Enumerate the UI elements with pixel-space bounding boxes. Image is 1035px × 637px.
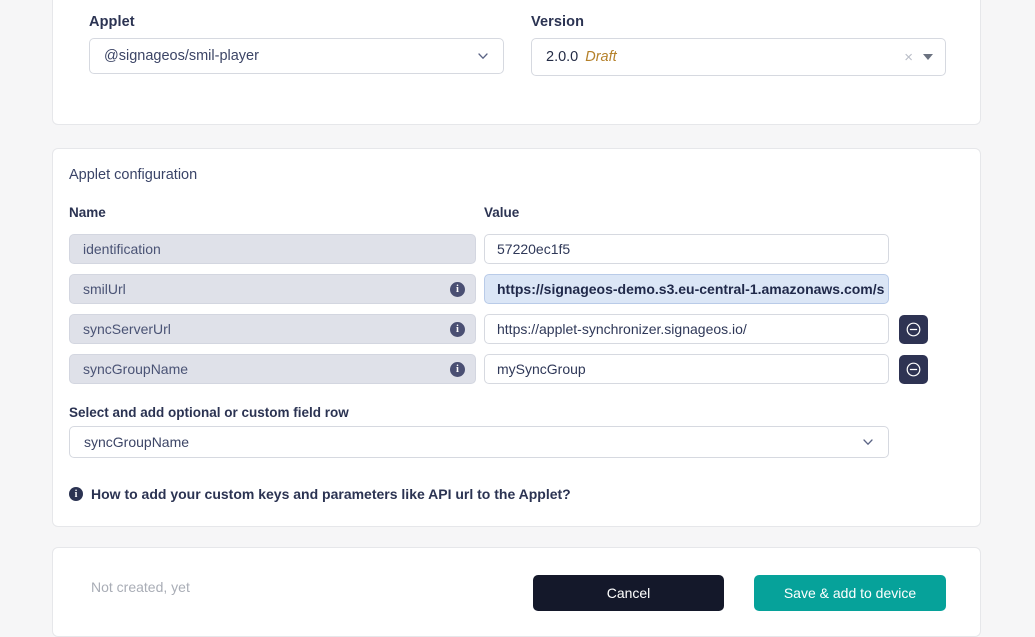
help-link-label: How to add your custom keys and paramete… <box>91 486 571 502</box>
applet-configuration-page: Applet @signageos/smil-player Version 2.… <box>0 0 1035 624</box>
clear-icon[interactable]: × <box>904 50 913 65</box>
applet-field-group: Applet @signageos/smil-player <box>89 14 504 74</box>
config-name-label: smilUrl <box>83 281 450 297</box>
version-select[interactable]: 2.0.0 Draft × <box>531 38 946 76</box>
applet-select-value: @signageos/smil-player <box>104 48 477 64</box>
version-state: Draft <box>585 49 616 65</box>
config-value-input[interactable]: https://signageos-demo.s3.eu-central-1.a… <box>484 274 889 304</box>
cancel-button[interactable]: Cancel <box>533 575 724 611</box>
add-row-label: Select and add optional or custom field … <box>69 405 349 420</box>
remove-row-button[interactable] <box>899 355 928 384</box>
caret-down-icon[interactable] <box>923 54 933 60</box>
version-number: 2.0.0 <box>546 49 578 65</box>
config-value-input[interactable]: 57220ec1f5 <box>484 234 889 264</box>
config-value-input[interactable]: https://applet-synchronizer.signageos.io… <box>484 314 889 344</box>
column-header-value: Value <box>484 205 519 220</box>
chevron-down-icon <box>477 50 489 62</box>
applet-label: Applet <box>89 14 504 30</box>
save-and-add-to-device-button[interactable]: Save & add to device <box>754 575 946 611</box>
chevron-down-icon <box>862 436 874 448</box>
config-value-text: https://applet-synchronizer.signageos.io… <box>497 321 747 337</box>
circle-minus-icon <box>905 321 922 338</box>
version-field-group: Version 2.0.0 Draft × <box>531 14 946 76</box>
section-title: Applet configuration <box>69 167 197 183</box>
info-icon: i <box>69 487 83 501</box>
table-row: smilUrli https://signageos-demo.s3.eu-cen… <box>69 269 966 309</box>
info-icon[interactable]: i <box>450 322 465 337</box>
config-name-field: identification <box>69 234 476 264</box>
version-label: Version <box>531 14 946 30</box>
table-row: identification 57220ec1f5 <box>69 229 966 269</box>
config-name-label: syncServerUrl <box>83 321 450 337</box>
status-text: Not created, yet <box>91 579 190 595</box>
config-name-label: syncGroupName <box>83 361 450 377</box>
applet-select[interactable]: @signageos/smil-player <box>89 38 504 74</box>
remove-row-button[interactable] <box>899 315 928 344</box>
version-select-value: 2.0.0 Draft <box>546 49 904 65</box>
applet-configuration-card: Applet configuration Name Value identifi… <box>52 148 981 527</box>
config-name-field: smilUrli <box>69 274 476 304</box>
config-name-label: identification <box>83 241 465 257</box>
add-field-row-select[interactable]: syncGroupName <box>69 426 889 458</box>
configuration-rows: identification57220ec1f5smilUrlihttps://… <box>69 229 966 389</box>
config-name-field: syncGroupNamei <box>69 354 476 384</box>
circle-minus-icon <box>905 361 922 378</box>
config-value-text: mySyncGroup <box>497 361 586 377</box>
table-row: syncGroupNamei mySyncGroup <box>69 349 966 389</box>
config-value-text: https://signageos-demo.s3.eu-central-1.a… <box>497 281 884 297</box>
info-icon[interactable]: i <box>450 362 465 377</box>
help-link[interactable]: i How to add your custom keys and parame… <box>69 486 571 502</box>
applet-version-card: Applet @signageos/smil-player Version 2.… <box>52 0 981 125</box>
config-value-text: 57220ec1f5 <box>497 241 570 257</box>
config-name-field: syncServerUrli <box>69 314 476 344</box>
config-value-input[interactable]: mySyncGroup <box>484 354 889 384</box>
add-field-row-value: syncGroupName <box>84 434 862 450</box>
table-row: syncServerUrli https://applet-synchronize… <box>69 309 966 349</box>
info-icon[interactable]: i <box>450 282 465 297</box>
column-header-name: Name <box>69 205 106 220</box>
